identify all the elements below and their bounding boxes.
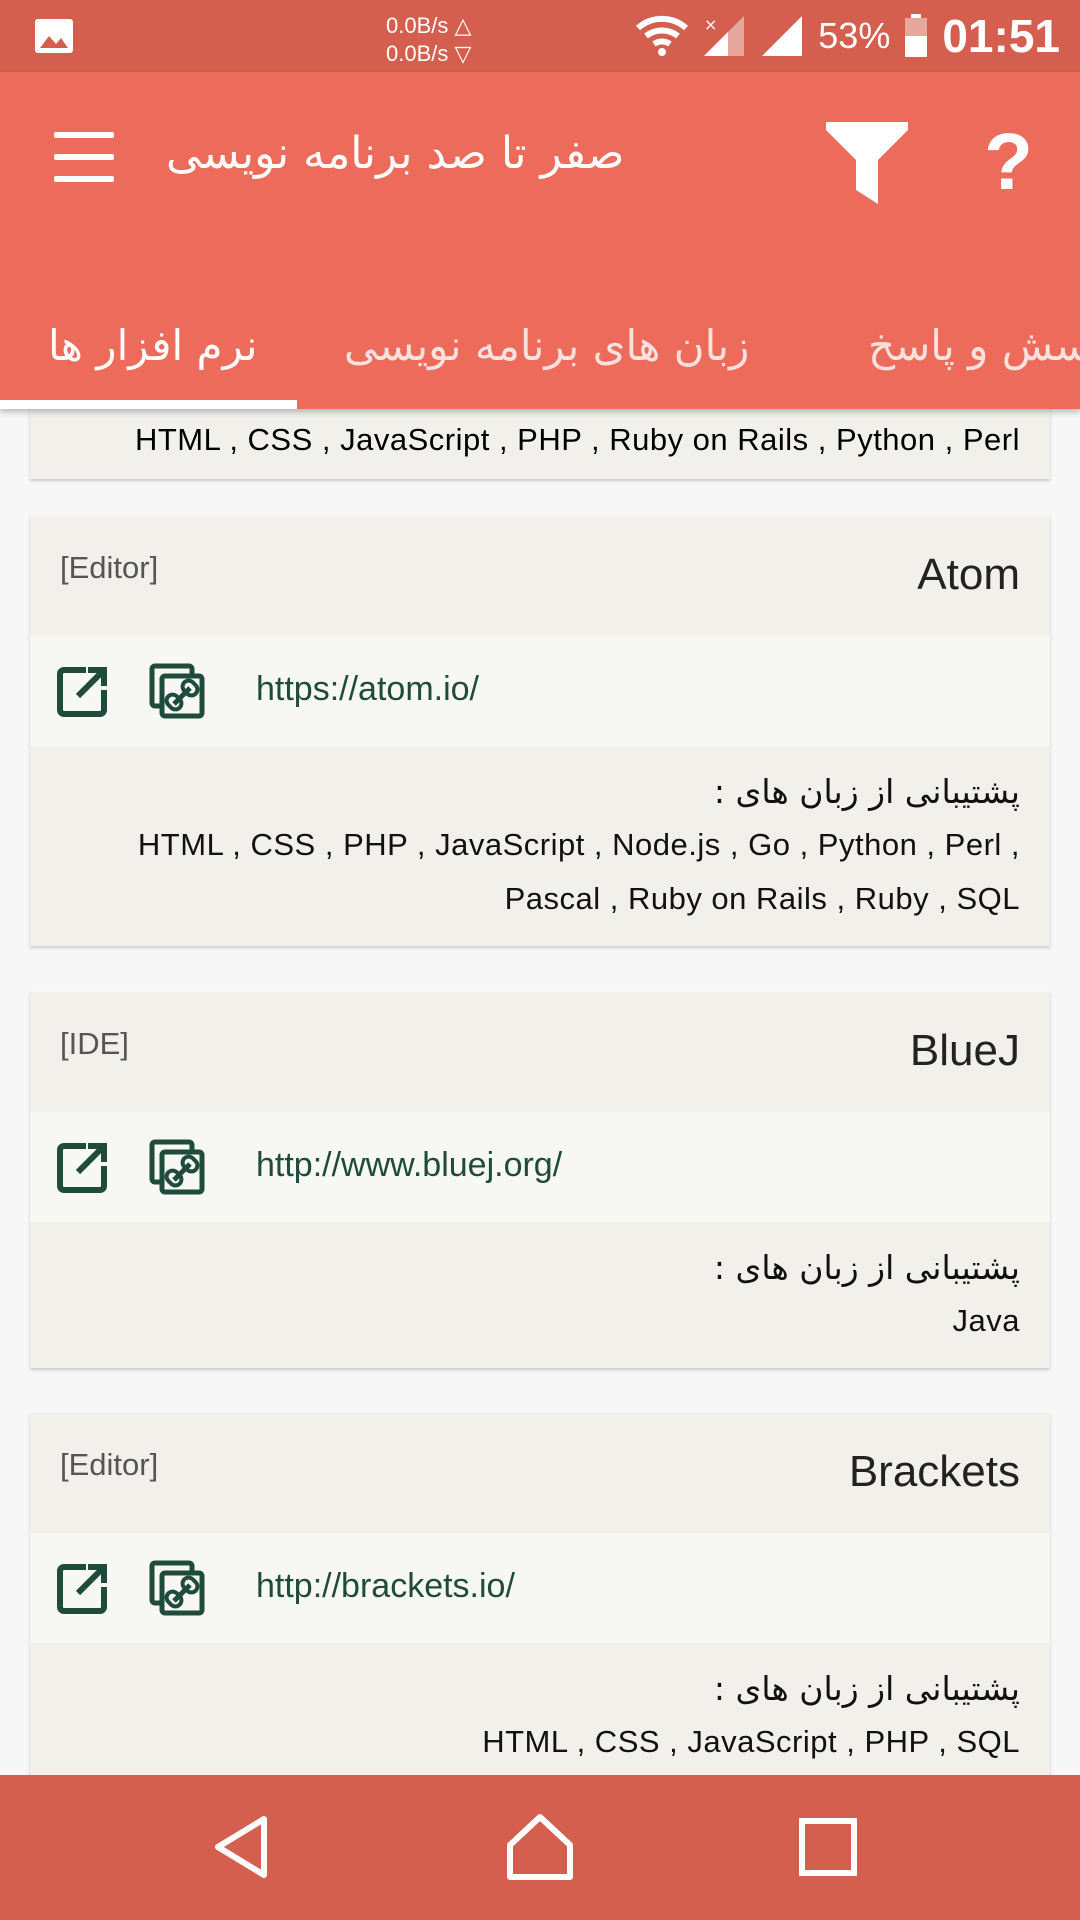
home-icon[interactable] [504,1811,576,1883]
net-down: 0.0B/s ▽ [386,41,472,66]
net-up: 0.0B/s △ [386,13,472,38]
tab-bar: نرم افزار ها زبان های برنامه نویسی پرسش … [0,282,1080,409]
filter-icon[interactable] [822,118,912,208]
software-card-brackets: [Editor] Brackets http://brackets.io/ پش… [30,1413,1050,1775]
copy-link-icon[interactable] [148,662,206,720]
copy-link-icon[interactable] [148,1559,206,1617]
copy-link-icon[interactable] [148,1138,206,1196]
software-name: Atom [917,550,1020,599]
battery-percent: 53% [818,15,891,56]
support-langs: HTML , CSS , PHP , JavaScript , Node.js … [137,827,1020,862]
software-url[interactable]: http://brackets.io/ [256,1567,515,1606]
tab-indicator [0,400,297,409]
software-type: [Editor] [60,550,159,585]
tab-questions-answers[interactable]: پرسش و پاسخ [868,282,1080,409]
image-icon [35,19,73,53]
open-link-icon[interactable] [56,1561,110,1615]
software-card-bluej: [IDE] BlueJ http://www.bluej.org/ پشتیبا… [30,992,1050,1368]
signal-1-icon: × [704,15,745,56]
software-list[interactable]: HTML , CSS , JavaScript , PHP , Ruby on … [0,409,1080,1775]
tab-programming-languages[interactable]: زبان های برنامه نویسی [344,282,749,409]
support-label: پشتیبانی از زبان های : [713,1669,1020,1708]
status-bar: 0.0B/s △ 0.0B/s ▽ × 53% 01:51 [0,0,1080,72]
open-link-icon[interactable] [56,1140,110,1194]
support-langs: Pascal , Ruby on Rails , Ruby , SQL [504,881,1020,916]
wifi-icon [636,15,689,56]
list-item-partial: HTML , CSS , JavaScript , PHP , Ruby on … [30,409,1050,479]
app-bar: صفر تا صد برنامه نویسی ? نرم افزار ها زب… [0,72,1080,409]
software-name: Brackets [848,1447,1020,1496]
tab-software[interactable]: نرم افزار ها [48,282,257,409]
help-button[interactable]: ? [984,112,1033,212]
software-type: [IDE] [60,1026,129,1061]
support-langs: HTML , CSS , JavaScript , PHP , SQL [482,1724,1020,1759]
app-title: صفر تا صد برنامه نویسی [166,128,625,179]
support-langs: HTML , CSS , JavaScript , PHP , Ruby on … [134,422,1020,457]
support-label: پشتیبانی از زبان های : [713,772,1020,811]
software-type: [Editor] [60,1447,159,1482]
clock: 01:51 [942,10,1060,62]
svg-text:×: × [704,15,717,34]
open-link-icon[interactable] [56,664,110,718]
network-speed: 0.0B/s △ 0.0B/s ▽ [386,12,471,68]
software-card-atom: [Editor] Atom https://atom.io/ پشتیبانی … [30,516,1050,946]
recents-icon[interactable] [792,1811,864,1883]
battery-icon [905,14,928,57]
software-name: BlueJ [909,1026,1020,1075]
software-url[interactable]: https://atom.io/ [256,670,479,709]
signal-2-icon [762,16,803,56]
hamburger-icon[interactable] [54,132,114,182]
navigation-bar [0,1775,1080,1920]
support-langs: Java [952,1303,1020,1338]
back-icon[interactable] [206,1811,278,1883]
software-url[interactable]: http://www.bluej.org/ [256,1146,562,1185]
support-label: پشتیبانی از زبان های : [713,1248,1020,1287]
